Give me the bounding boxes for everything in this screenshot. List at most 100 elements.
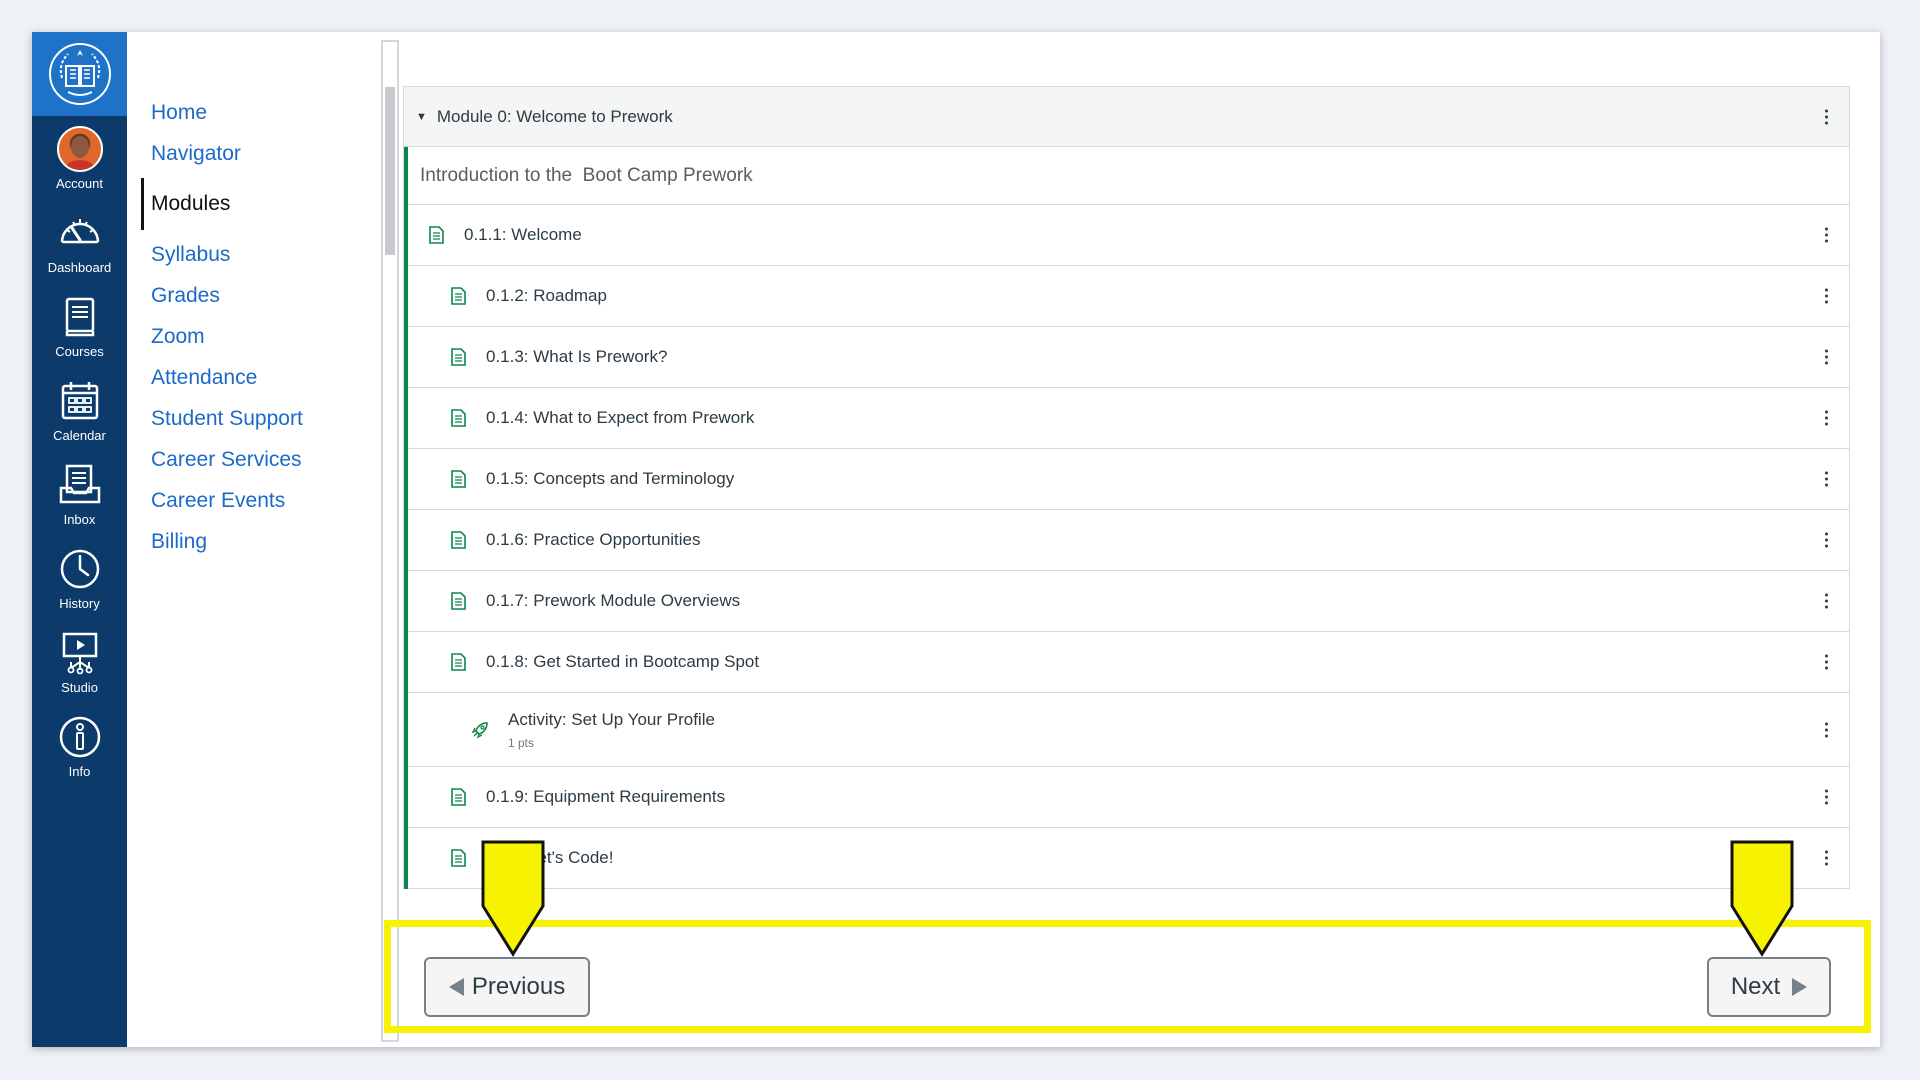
caret-down-icon[interactable]: ▼ [416,111,427,123]
institution-logo[interactable] [32,32,127,116]
module-subheader: Introduction to the Boot Camp Prework [408,147,1849,205]
page-icon [451,409,466,427]
rocket-icon [471,721,488,738]
module-item-title[interactable]: 0.1.1: Welcome [464,225,582,245]
module-header[interactable]: ▼ Module 0: Welcome to Prework [404,87,1849,147]
module-item[interactable]: 0.1.1: Welcome [408,205,1849,266]
kebab-menu-icon[interactable] [1823,654,1829,670]
page-icon [451,470,466,488]
page-icon [451,788,466,806]
global-nav-info[interactable]: Info [32,704,127,788]
page-icon [429,226,444,244]
module-item[interactable]: 0.1.2: Roadmap [408,266,1849,327]
callout-arrow-icon [1730,840,1794,957]
callout-arrow-icon [481,840,545,957]
module-item[interactable]: 0.1.3: What Is Prework? [408,327,1849,388]
clock-icon [60,549,99,588]
page-icon [451,653,466,671]
course-nav-modules[interactable]: Modules [141,178,303,230]
module-item-title[interactable]: 0.1.2: Roadmap [486,286,607,306]
module-item-title[interactable]: 0.1.4: What to Expect from Prework [486,408,754,428]
course-nav-grades[interactable]: Grades [151,275,303,316]
kebab-menu-icon[interactable] [1823,109,1829,124]
next-button-label: Next [1730,973,1781,1000]
global-nav-dashboard[interactable]: Dashboard [32,200,127,284]
module-item[interactable]: 0.1.4: What to Expect from Prework [408,388,1849,449]
info-icon [59,716,100,757]
previous-button-label: Previous [471,973,566,1000]
module-panel: ▼ Module 0: Welcome to Prework Introduct… [403,86,1850,889]
global-nav-account[interactable]: Account [32,116,127,200]
global-nav-label: Dashboard [47,259,112,275]
module-item-title[interactable]: Activity: Set Up Your Profile [508,710,715,730]
page-icon [451,287,466,305]
points-label: 1 pts [508,735,535,750]
course-nav-zoom[interactable]: Zoom [151,316,303,357]
global-nav-label: Inbox [63,511,96,527]
course-nav-billing[interactable]: Billing [151,521,303,562]
module-item[interactable]: 0.1.5: Concepts and Terminology [408,449,1849,510]
module-title: Module 0: Welcome to Prework [436,106,673,126]
module-item[interactable]: Let's Code! [408,828,1849,889]
inbox-icon [59,464,100,503]
global-nav-label: Account [56,175,103,191]
kebab-menu-icon[interactable] [1823,349,1829,365]
module-item[interactable]: Activity: Set Up Your Profile 1 pts [408,693,1849,767]
kebab-menu-icon[interactable] [1823,722,1829,737]
module-items: Introduction to the Boot Camp Prework 0.… [404,147,1849,889]
kebab-menu-icon[interactable] [1823,227,1829,243]
module-item-title[interactable]: 0.1.9: Equipment Requirements [486,787,725,807]
speedometer-icon [60,218,99,243]
app-window: Account Dashboard Courses Calendar Inbox… [32,32,1880,1047]
module-item[interactable]: 0.1.6: Practice Opportunities [408,510,1849,571]
course-nav-career-events[interactable]: Career Events [151,480,303,521]
course-nav-student-support[interactable]: Student Support [151,398,303,439]
page-icon [451,348,466,366]
scrollbar-thumb[interactable] [385,87,395,255]
course-nav-scrollbar[interactable] [381,40,399,1042]
page-icon [451,531,466,549]
arrow-left-icon [448,978,464,996]
course-nav: Home Navigator Modules Syllabus Grades Z… [127,32,377,1047]
kebab-menu-icon[interactable] [1823,789,1829,805]
module-item-title[interactable]: 0.1.8: Get Started in Bootcamp Spot [486,652,759,672]
module-item-title[interactable]: 0.1.6: Practice Opportunities [486,530,701,550]
course-nav-syllabus[interactable]: Syllabus [151,234,303,275]
module-item[interactable]: 0.1.8: Get Started in Bootcamp Spot [408,632,1849,693]
kebab-menu-icon[interactable] [1823,532,1829,548]
global-nav-label: Courses [55,343,104,359]
module-sequence-footer: Previous Next [384,920,1871,1033]
course-nav-home[interactable]: Home [151,92,303,133]
kebab-menu-icon[interactable] [1823,850,1829,866]
previous-button[interactable]: Previous [424,957,590,1017]
page-icon [451,849,466,867]
global-nav-label: Calendar [53,427,106,443]
global-nav-courses[interactable]: Courses [32,284,127,368]
global-nav: Account Dashboard Courses Calendar Inbox… [32,32,127,1047]
logo-icon [48,43,111,105]
book-icon [65,297,94,336]
global-nav-inbox[interactable]: Inbox [32,452,127,536]
module-item[interactable]: 0.1.7: Prework Module Overviews [408,571,1849,632]
kebab-menu-icon[interactable] [1823,288,1829,304]
studio-icon [62,632,97,674]
global-nav-label: Studio [61,679,98,695]
course-nav-navigator[interactable]: Navigator [151,133,303,174]
kebab-menu-icon[interactable] [1823,593,1829,609]
calendar-icon [61,381,98,419]
module-item-title[interactable]: 0.1.5: Concepts and Terminology [486,469,734,489]
page-icon [451,592,466,610]
module-item-title[interactable]: 0.1.3: What Is Prework? [486,347,667,367]
global-nav-calendar[interactable]: Calendar [32,368,127,452]
assignment-info: Activity: Set Up Your Profile 1 pts [508,710,715,750]
course-nav-career-services[interactable]: Career Services [151,439,303,480]
kebab-menu-icon[interactable] [1823,410,1829,426]
next-button[interactable]: Next [1707,957,1831,1017]
module-item-title[interactable]: 0.1.7: Prework Module Overviews [486,591,740,611]
global-nav-history[interactable]: History [32,536,127,620]
module-item[interactable]: 0.1.9: Equipment Requirements [408,767,1849,828]
course-nav-attendance[interactable]: Attendance [151,357,303,398]
global-nav-studio[interactable]: Studio [32,620,127,704]
kebab-menu-icon[interactable] [1823,471,1829,487]
arrow-right-icon [1792,978,1808,996]
